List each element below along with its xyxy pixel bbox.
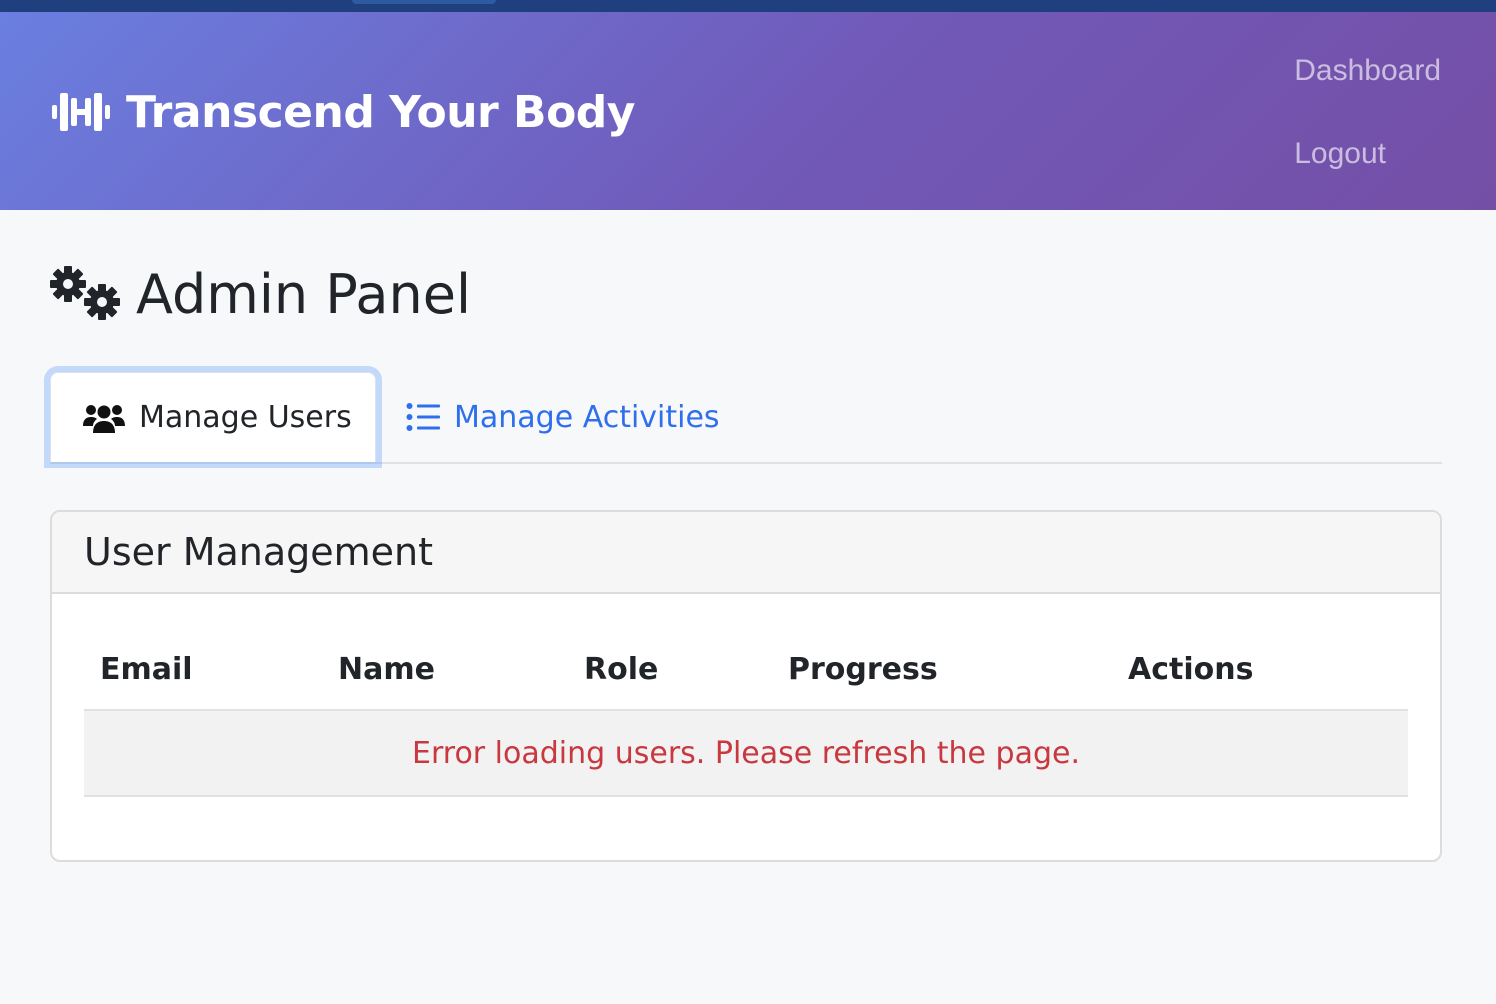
- card-title: User Management: [84, 530, 434, 574]
- users-icon: [83, 404, 125, 433]
- brand-name: Transcend Your Body: [126, 86, 635, 138]
- tab-manage-users-label: Manage Users: [139, 400, 352, 435]
- tab-manage-users[interactable]: Manage Users: [50, 372, 376, 462]
- gears-icon: [50, 266, 120, 320]
- error-message: Error loading users. Please refresh the …: [84, 710, 1408, 797]
- browser-top-strip: [0, 0, 1496, 12]
- browser-tab-indicator: [352, 0, 496, 4]
- column-header-email: Email: [84, 630, 322, 711]
- page-title: Admin Panel: [50, 258, 471, 330]
- nav-link-dashboard[interactable]: Dashboard: [1294, 50, 1441, 92]
- dumbbell-icon: [52, 93, 110, 131]
- card-header: User Management: [52, 512, 1440, 594]
- list-icon: [406, 403, 440, 431]
- column-header-name: Name: [322, 630, 568, 711]
- tab-manage-activities-label: Manage Activities: [454, 399, 720, 435]
- nav-link-logout[interactable]: Logout: [1294, 133, 1386, 175]
- brand-link[interactable]: Transcend Your Body: [50, 82, 635, 142]
- column-header-progress: Progress: [772, 630, 1112, 711]
- tab-manage-activities[interactable]: Manage Activities: [404, 372, 720, 462]
- tab-bar: Manage Users Manage Activities: [50, 372, 1442, 464]
- column-header-role: Role: [568, 630, 772, 711]
- table-row: Error loading users. Please refresh the …: [84, 710, 1408, 797]
- user-management-card: User Management Email Name Role Progress…: [50, 510, 1442, 862]
- top-navbar: Transcend Your Body Dashboard Logout: [0, 12, 1496, 210]
- nav-links: Dashboard Logout: [1294, 50, 1441, 175]
- users-table: Email Name Role Progress Actions Error l…: [84, 630, 1408, 797]
- page-title-text: Admin Panel: [136, 262, 471, 326]
- table-header-row: Email Name Role Progress Actions: [84, 630, 1408, 711]
- column-header-actions: Actions: [1112, 630, 1408, 711]
